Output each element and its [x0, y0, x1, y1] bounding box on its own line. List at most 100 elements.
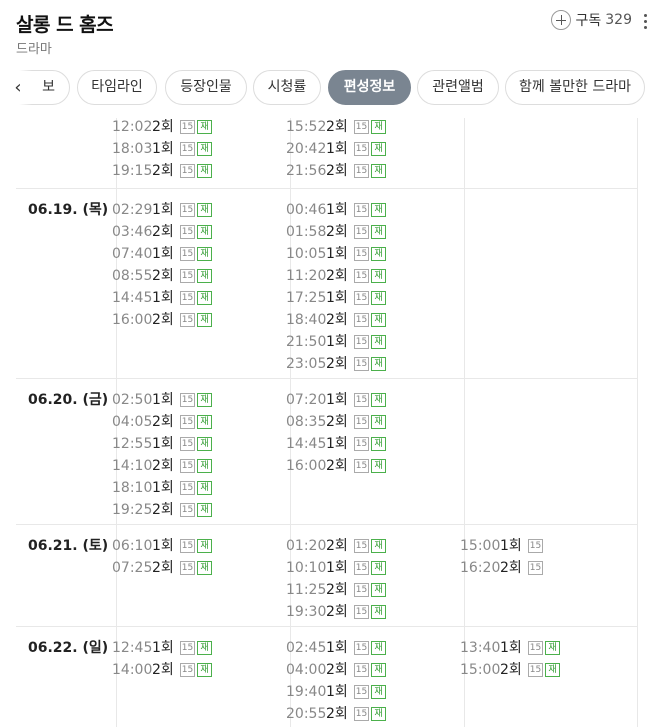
slot-time: 19:30	[286, 604, 327, 620]
age-rating-badge: 15	[354, 291, 369, 305]
slot-time: 23:05	[286, 356, 327, 372]
broadcast-slot: 20:42 1회 15 재	[286, 138, 386, 160]
rerun-badge: 재	[545, 663, 560, 677]
rerun-badge: 재	[197, 437, 212, 451]
slot-episode: 1회	[152, 141, 174, 157]
broadcast-slot: 18:03 1회 15 재	[112, 138, 212, 160]
age-rating-badge: 15	[528, 561, 543, 575]
slot-time: 10:10	[286, 560, 327, 576]
tab-5[interactable]: 편성정보	[328, 70, 411, 105]
rerun-badge: 재	[371, 605, 386, 619]
age-rating-badge: 15	[354, 393, 369, 407]
broadcast-slot: 13:40 1회 15 재	[460, 637, 560, 659]
slot-time: 07:20	[286, 392, 327, 408]
broadcast-slot: 07:25 2회 15 재	[112, 557, 212, 579]
broadcast-slot: 01:20 2회 15 재	[286, 535, 386, 557]
broadcast-slot: 17:25 1회 15 재	[286, 287, 386, 309]
slot-episode: 1회	[152, 538, 174, 554]
age-rating-badge: 15	[354, 437, 369, 451]
column-divider	[637, 118, 638, 188]
slot-episode: 2회	[326, 312, 348, 328]
rerun-badge: 재	[197, 269, 212, 283]
rerun-badge: 재	[371, 459, 386, 473]
slot-episode: 1회	[152, 480, 174, 496]
subscribe-button[interactable]: 구독 329	[550, 10, 632, 30]
slot-episode: 1회	[326, 246, 348, 262]
slot-episode: 2회	[326, 582, 348, 598]
slot-episode: 1회	[326, 640, 348, 656]
age-rating-badge: 15	[354, 685, 369, 699]
slot-time: 01:58	[286, 224, 327, 240]
age-rating-badge: 15	[180, 663, 195, 677]
tab-6[interactable]: 관련앨범	[417, 70, 499, 105]
slot-time: 20:42	[286, 141, 327, 157]
schedule-date: 06.19. (목)	[28, 202, 109, 218]
slot-time: 00:46	[286, 202, 327, 218]
rerun-badge: 재	[197, 247, 212, 261]
rerun-badge: 재	[197, 203, 212, 217]
broadcast-slot: 19:40 1회 15 재	[286, 681, 386, 703]
column-divider	[464, 379, 465, 524]
rerun-badge: 재	[371, 561, 386, 575]
tab-7[interactable]: 함께 볼만한 드라마	[505, 70, 645, 105]
more-options-icon[interactable]	[644, 14, 648, 30]
slot-episode: 2회	[152, 119, 174, 135]
rerun-badge: 재	[197, 120, 212, 134]
rerun-badge: 재	[371, 120, 386, 134]
rerun-badge: 재	[371, 247, 386, 261]
broadcast-slot: 14:00 2회 15 재	[112, 659, 212, 681]
age-rating-badge: 15	[180, 415, 195, 429]
rerun-badge: 재	[371, 393, 386, 407]
age-rating-badge: 15	[180, 203, 195, 217]
column-divider	[464, 118, 465, 188]
slot-episode: 1회	[152, 436, 174, 452]
slot-time: 02:29	[112, 202, 153, 218]
slot-time: 18:10	[112, 480, 153, 496]
broadcast-slot: 12:02 2회 15 재	[112, 116, 212, 138]
broadcast-slot: 04:00 2회 15 재	[286, 659, 386, 681]
slot-episode: 2회	[326, 224, 348, 240]
rerun-badge: 재	[197, 291, 212, 305]
rerun-badge: 재	[197, 481, 212, 495]
broadcast-slot: 02:29 1회 15 재	[112, 199, 212, 221]
slot-time: 14:10	[112, 458, 153, 474]
broadcast-slot: 10:10 1회 15 재	[286, 557, 386, 579]
slot-time: 12:45	[112, 640, 153, 656]
slot-time: 20:55	[286, 706, 327, 722]
schedule-row: 06.20. (금) 02:50 1회 15 재 04:05 2회 15 재 12:55 1회 15 재…	[16, 379, 638, 525]
rerun-badge: 재	[197, 393, 212, 407]
broadcast-slot: 11:25 2회 15 재	[286, 579, 386, 601]
tab-bar: 보 타임라인 등장인물 시청률 편성정보 관련앨범 함께 볼만한 드라마 ‹	[0, 70, 658, 106]
rerun-badge: 재	[197, 459, 212, 473]
slot-episode: 1회	[326, 290, 348, 306]
broadcast-schedule: 12:02 2회 15 재 18:03 1회 15 재 19:15 2회 15 재 15:52 2회 15 재…	[16, 118, 638, 727]
age-rating-badge: 15	[180, 561, 195, 575]
age-rating-badge: 15	[354, 415, 369, 429]
slot-time: 19:25	[112, 502, 153, 518]
broadcast-slot: 21:56 2회 15 재	[286, 160, 386, 182]
slot-episode: 1회	[152, 246, 174, 262]
slot-episode: 2회	[152, 502, 174, 518]
broadcast-slot: 00:46 1회 15 재	[286, 199, 386, 221]
age-rating-badge: 15	[354, 164, 369, 178]
tab-2[interactable]: 타임라인	[77, 70, 157, 105]
slot-episode: 2회	[152, 458, 174, 474]
broadcast-slot: 19:30 2회 15 재	[286, 601, 386, 623]
tab-4[interactable]: 시청률	[253, 70, 321, 105]
slot-episode: 1회	[152, 640, 174, 656]
slot-episode: 1회	[326, 560, 348, 576]
program-header: 살롱 드 홈즈 드라마 구독 329	[0, 0, 658, 60]
rerun-badge: 재	[371, 225, 386, 239]
age-rating-badge: 15	[354, 120, 369, 134]
slot-episode: 2회	[326, 356, 348, 372]
broadcast-slot: 03:46 2회 15 재	[112, 221, 212, 243]
tab-3[interactable]: 등장인물	[165, 70, 247, 105]
slot-episode: 2회	[152, 224, 174, 240]
age-rating-badge: 15	[354, 269, 369, 283]
slot-episode: 1회	[500, 640, 522, 656]
age-rating-badge: 15	[354, 641, 369, 655]
chevron-left-icon[interactable]: ‹	[8, 78, 28, 98]
slot-episode: 2회	[326, 163, 348, 179]
age-rating-badge: 15	[180, 225, 195, 239]
broadcast-slot: 18:10 1회 15 재	[112, 477, 212, 499]
